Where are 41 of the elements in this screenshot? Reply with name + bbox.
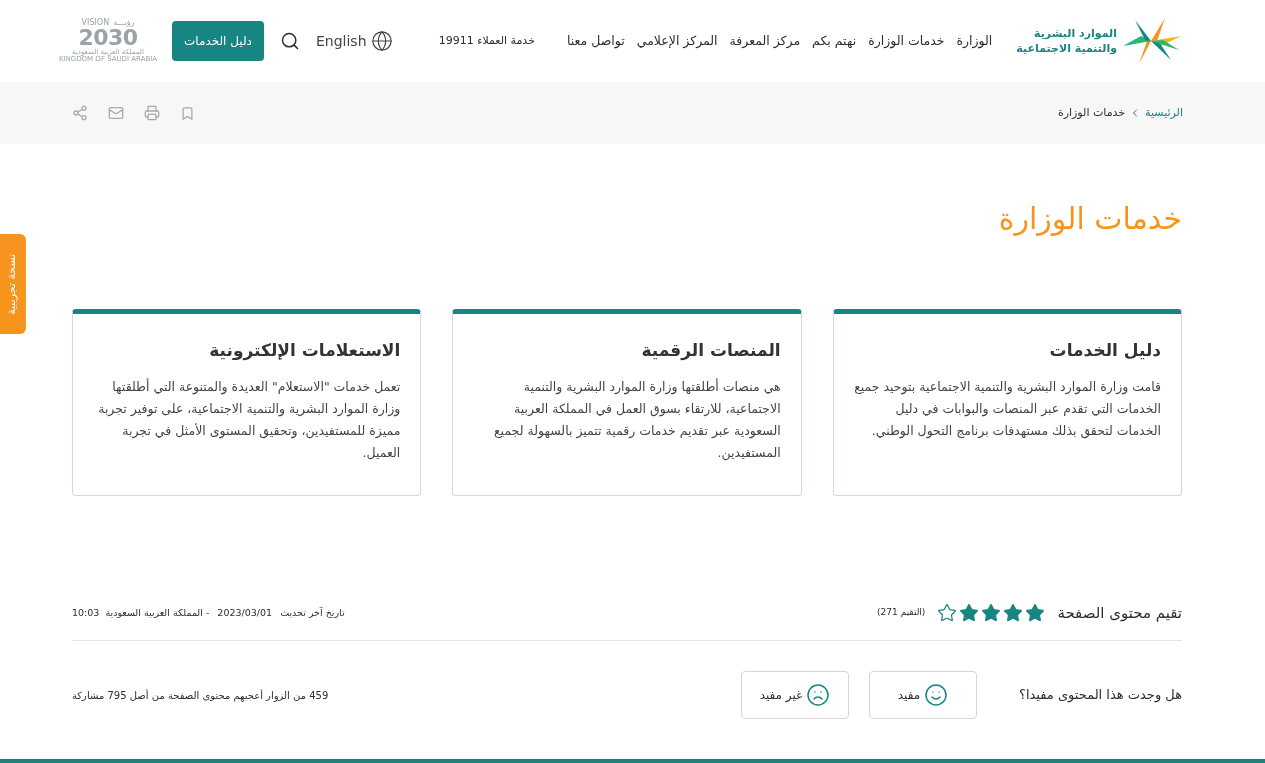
- share-icon[interactable]: [72, 105, 88, 121]
- services-guide-button[interactable]: دليل الخدمات: [172, 21, 264, 61]
- nav-link[interactable]: الوزارة: [956, 31, 993, 51]
- feedback-question: هل وجدت هذا المحتوى مفيدا؟: [1019, 686, 1182, 705]
- smiley-icon: [924, 683, 949, 707]
- card-description: هي منصات أطلقتها وزارة الموارد البشرية والتنمية الاجتماعية، للارتقاء بسوق العمل في المملكة العربية السعودية عبر تقديم خدمات رقمية تتميز بالسهولة لجميع المستفيدين.: [492, 377, 781, 463]
- service-card[interactable]: الاستعلامات الإلكترونية تعمل خدمات "الاستعلام" العديدة والمتنوعة التي أطلقتها وزارة الموارد البشرية والتنمية الاجتماعية، على توفير تجربة مميزة للمستفيدين، وتحقيق المستوى الأمثل في تجربة العميل.: [72, 309, 422, 496]
- breadcrumb-link[interactable]: الرئيسية: [1145, 104, 1183, 122]
- card-title: دليل الخدمات: [1048, 339, 1161, 362]
- feedback-button[interactable]: غير مفيد: [741, 671, 849, 719]
- page-title: خدمات الوزارة: [997, 200, 1182, 238]
- nav-link[interactable]: تواصل معنا: [566, 31, 625, 51]
- mail-icon[interactable]: [108, 105, 124, 121]
- rating-count: (التقيم 271): [877, 606, 926, 620]
- card-title: المنصات الرقمية: [640, 339, 781, 363]
- card-description: تعمل خدمات "الاستعلام" العديدة والمتنوعة التي أطلقتها وزارة الموارد البشرية والتنمية الاجتماعية، على توفير تجربة مميزة للمستفيدين، وتحقيق المستوى الأمثل في تجربة العميل.: [97, 377, 401, 462]
- service-card[interactable]: المنصات الرقمية هي منصات أطلقتها وزارة الموارد البشرية والتنمية الاجتماعية، للارتقاء بسوق العمل في المملكة العربية السعودية عبر تقديم خدمات رقمية تتميز بالسهولة لجميع المستفيدين.: [452, 309, 802, 496]
- card-description: قامت وزارة الموارد البشرية والتنمية الاجتماعية بتوحيد جميع الخدمات التي تقدم عبر المنصات والبوابات في دليل الخدمات لتحقق بذلك مستهدفات برنامج التحول الوطني.: [853, 377, 1161, 441]
- nav-link[interactable]: مركز المعرفة: [729, 31, 801, 51]
- last-update-date: 2023/03/01: [217, 605, 273, 620]
- language-button[interactable]: English: [315, 30, 393, 52]
- rating-label: تقيم محتوى الصفحة: [1057, 602, 1182, 624]
- printer-icon[interactable]: [144, 105, 160, 121]
- feedback-summary: 459 من الزوار أعجبهم محتوى الصفحة من أصل 795 مشاركة: [72, 688, 329, 703]
- logo-text: الموارد البشرية: [1033, 26, 1117, 41]
- logo-text: والتنمية الاجتماعية: [1016, 41, 1117, 56]
- service-card[interactable]: دليل الخدمات قامت وزارة الموارد البشرية والتنمية الاجتماعية بتوحيد جميع الخدمات التي تقدم عبر المنصات والبوابات في دليل الخدمات لتحقق بذلك مستهدفات برنامج التحول الوطني.: [832, 309, 1182, 496]
- customer-service-number[interactable]: خدمة العملاء 19911: [438, 32, 535, 50]
- globe-icon: [370, 30, 393, 52]
- bookmark-icon[interactable]: [180, 105, 195, 121]
- sad-face-icon: [806, 683, 831, 707]
- star-rating[interactable]: [937, 603, 1046, 623]
- card-title: الاستعلامات الإلكترونية: [208, 339, 401, 363]
- feedback-button[interactable]: مفيد: [869, 671, 977, 719]
- last-update-label: تاريخ آخر تحديث: [280, 605, 345, 620]
- search-icon[interactable]: [279, 31, 300, 51]
- nav-link[interactable]: نهتم بكم: [812, 31, 857, 51]
- nav-link[interactable]: خدمات الوزارة: [868, 31, 945, 51]
- current-page-label: خدمات الوزارة: [1057, 104, 1126, 121]
- location-time: - المملكة العربية السعودية 10:03: [72, 605, 210, 620]
- nav-link[interactable]: المركز الإعلامي: [636, 31, 718, 51]
